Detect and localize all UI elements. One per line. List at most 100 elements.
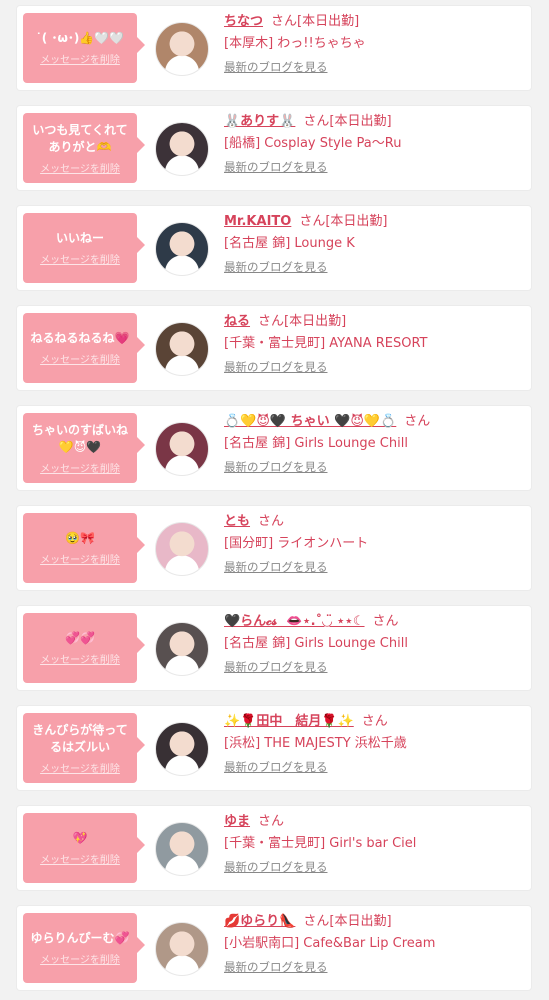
- message-bubble: 💖 メッセージを削除: [23, 813, 145, 883]
- cast-info: ゆま さん [千葉・富士見町] Girl's bar Ciel 最新のブログを見る: [224, 812, 525, 875]
- message-text: いつも見てくれてありがと🫶: [32, 122, 128, 154]
- shop-name: [名古屋 錦] Girls Lounge Chill: [224, 636, 408, 651]
- work-today-badge: [本日出勤]: [284, 314, 347, 329]
- honorific: さん: [299, 214, 326, 229]
- message-text: ちゃいのすばいね💛😈🖤: [31, 422, 128, 454]
- message-card: ちゃいのすばいね💛😈🖤 メッセージを削除 💍💛😈🖤 ちゃい 🖤😈💛💍 さん [名古屋 錦…: [17, 406, 531, 490]
- shop-name: [船橋] Cosplay Style Pa〜Ru: [224, 136, 402, 151]
- delete-message-link[interactable]: メッセージを削除: [40, 551, 120, 566]
- cast-name-link[interactable]: Mr.KAITO: [224, 214, 291, 229]
- message-text: ˙( ･ω･)👍🤍🤍: [35, 31, 125, 45]
- message-card: ねるねるねるね💗 メッセージを削除 ねる さん[本日出勤] [千葉・富士見町] AYAN…: [17, 306, 531, 390]
- latest-blog-link[interactable]: 最新のブログを見る: [224, 459, 328, 475]
- honorific: さん: [303, 914, 330, 929]
- latest-blog-link[interactable]: 最新のブログを見る: [224, 159, 328, 175]
- message-bubble: ねるねるねるね💗 メッセージを削除: [23, 313, 145, 383]
- avatar[interactable]: [155, 722, 209, 776]
- honorific: さん: [271, 14, 298, 29]
- message-text: きんぴらが待ってるはズルい: [32, 722, 128, 754]
- delete-message-link[interactable]: メッセージを削除: [40, 951, 120, 966]
- message-text: ゆらりんぴーむ💞: [30, 931, 130, 945]
- shop-name: [浜松] THE MAJESTY 浜松千歳: [224, 736, 407, 751]
- delete-message-link[interactable]: メッセージを削除: [40, 160, 120, 175]
- message-bubble: ˙( ･ω･)👍🤍🤍 メッセージを削除: [23, 13, 145, 83]
- avatar[interactable]: [155, 222, 209, 276]
- avatar[interactable]: [155, 922, 209, 976]
- message-card: 💞💞 メッセージを削除 🖤らん𝓬𝓼 ‪‪ 👄⋆.˚◡̈ ⋆⋆☾ さん [名古屋 錦] G…: [17, 606, 531, 690]
- honorific: さん: [404, 414, 431, 429]
- message-text: ねるねるねるね💗: [30, 331, 130, 345]
- latest-blog-link[interactable]: 最新のブログを見る: [224, 59, 328, 75]
- cast-name-link[interactable]: ちなつ: [224, 14, 263, 29]
- latest-blog-link[interactable]: 最新のブログを見る: [224, 959, 328, 975]
- message-card: いつも見てくれてありがと🫶 メッセージを削除 🐰ありす🐰 さん[本日出勤] [船橋] C…: [17, 106, 531, 190]
- delete-message-link[interactable]: メッセージを削除: [40, 351, 120, 366]
- latest-blog-link[interactable]: 最新のブログを見る: [224, 359, 328, 375]
- cast-info: 💍💛😈🖤 ちゃい 🖤😈💛💍 さん [名古屋 錦] Girls Lounge Chil…: [224, 412, 525, 475]
- message-text: 💞💞: [65, 631, 95, 645]
- honorific: さん: [258, 514, 285, 529]
- shop-name: [千葉・富士見町] AYANA RESORT: [224, 336, 428, 351]
- avatar[interactable]: [155, 822, 209, 876]
- cast-name-link[interactable]: 💍💛😈🖤 ちゃい 🖤😈💛💍: [224, 414, 396, 429]
- cast-name-link[interactable]: ✨🌹田中 結月🌹✨: [224, 714, 354, 729]
- cast-name-link[interactable]: ねる: [224, 314, 250, 329]
- delete-message-link[interactable]: メッセージを削除: [40, 51, 120, 66]
- message-bubble: ゆらりんぴーむ💞 メッセージを削除: [23, 913, 145, 983]
- honorific: さん: [303, 114, 330, 129]
- shop-name: [国分町] ライオンハート: [224, 536, 369, 551]
- honorific: さん: [258, 814, 285, 829]
- message-card: 💖 メッセージを削除 ゆま さん [千葉・富士見町] Girl's bar Ciel 最新…: [17, 806, 531, 890]
- avatar[interactable]: [155, 22, 209, 76]
- cast-name-link[interactable]: 🐰ありす🐰: [224, 114, 295, 129]
- cast-info: ちなつ さん[本日出勤] [本厚木] わっ!!ちゃちゃ 最新のブログを見る: [224, 12, 525, 75]
- message-card: ˙( ･ω･)👍🤍🤍 メッセージを削除 ちなつ さん[本日出勤] [本厚木] わっ!!ち…: [17, 6, 531, 90]
- avatar[interactable]: [155, 422, 209, 476]
- message-text: いいねー: [55, 231, 104, 245]
- shop-name: [本厚木] わっ!!ちゃちゃ: [224, 36, 366, 51]
- shop-name: [小岩駅南口] Cafe&Bar Lip Cream: [224, 936, 436, 951]
- work-today-badge: [本日出勤]: [329, 914, 392, 929]
- cast-name-link[interactable]: ゆま: [224, 814, 250, 829]
- honorific: さん: [372, 614, 399, 629]
- shop-name: [千葉・富士見町] Girl's bar Ciel: [224, 836, 417, 851]
- avatar[interactable]: [155, 522, 209, 576]
- message-card: ゆらりんぴーむ💞 メッセージを削除 💋ゆらり👠 さん[本日出勤] [小岩駅南口] Caf…: [17, 906, 531, 990]
- honorific: さん: [258, 314, 285, 329]
- message-bubble: きんぴらが待ってるはズルいメッセージを削除: [23, 713, 145, 783]
- shop-name: [名古屋 錦] Girls Lounge Chill: [224, 436, 408, 451]
- delete-message-link[interactable]: メッセージを削除: [40, 251, 120, 266]
- message-text: 🥹🎀: [65, 531, 95, 545]
- message-bubble: 🥹🎀 メッセージを削除: [23, 513, 145, 583]
- avatar[interactable]: [155, 622, 209, 676]
- work-today-badge: [本日出勤]: [329, 114, 392, 129]
- latest-blog-link[interactable]: 最新のブログを見る: [224, 759, 328, 775]
- message-bubble: いつも見てくれてありがと🫶 メッセージを削除: [23, 113, 145, 183]
- message-text: 💖: [72, 831, 88, 845]
- cast-name-link[interactable]: とも: [224, 514, 250, 529]
- cast-info: 💋ゆらり👠 さん[本日出勤] [小岩駅南口] Cafe&Bar Lip Cream 最…: [224, 912, 525, 975]
- delete-message-link[interactable]: メッセージを削除: [40, 851, 120, 866]
- work-today-badge: [本日出勤]: [297, 14, 360, 29]
- honorific: さん: [361, 714, 388, 729]
- cast-name-link[interactable]: 💋ゆらり👠: [224, 914, 295, 929]
- delete-message-link[interactable]: メッセージを削除: [40, 460, 120, 475]
- delete-message-link[interactable]: メッセージを削除: [40, 760, 120, 775]
- cast-info: ねる さん[本日出勤] [千葉・富士見町] AYANA RESORT 最新のブログを見…: [224, 312, 525, 375]
- message-bubble: 💞💞 メッセージを削除: [23, 613, 145, 683]
- cast-info: ✨🌹田中 結月🌹✨ さん [浜松] THE MAJESTY 浜松千歳 最新のブログを見…: [224, 712, 525, 775]
- work-today-badge: [本日出勤]: [325, 214, 388, 229]
- cast-info: 🖤らん𝓬𝓼 ‪‪ 👄⋆.˚◡̈ ⋆⋆☾ さん [名古屋 錦] Girls Loung…: [224, 612, 525, 675]
- message-list: ˙( ･ω･)👍🤍🤍 メッセージを削除 ちなつ さん[本日出勤] [本厚木] わっ!!ち…: [0, 0, 549, 1000]
- cast-name-link[interactable]: 🖤らん𝓬𝓼 ‪‪ 👄⋆.˚◡̈ ⋆⋆☾: [224, 614, 365, 629]
- message-bubble: いいねーメッセージを削除: [23, 213, 145, 283]
- latest-blog-link[interactable]: 最新のブログを見る: [224, 859, 328, 875]
- latest-blog-link[interactable]: 最新のブログを見る: [224, 559, 328, 575]
- avatar[interactable]: [155, 122, 209, 176]
- latest-blog-link[interactable]: 最新のブログを見る: [224, 659, 328, 675]
- delete-message-link[interactable]: メッセージを削除: [40, 651, 120, 666]
- shop-name: [名古屋 錦] Lounge K: [224, 236, 355, 251]
- cast-info: Mr.KAITO さん[本日出勤] [名古屋 錦] Lounge K 最新のブログを見…: [224, 212, 525, 275]
- latest-blog-link[interactable]: 最新のブログを見る: [224, 259, 328, 275]
- avatar[interactable]: [155, 322, 209, 376]
